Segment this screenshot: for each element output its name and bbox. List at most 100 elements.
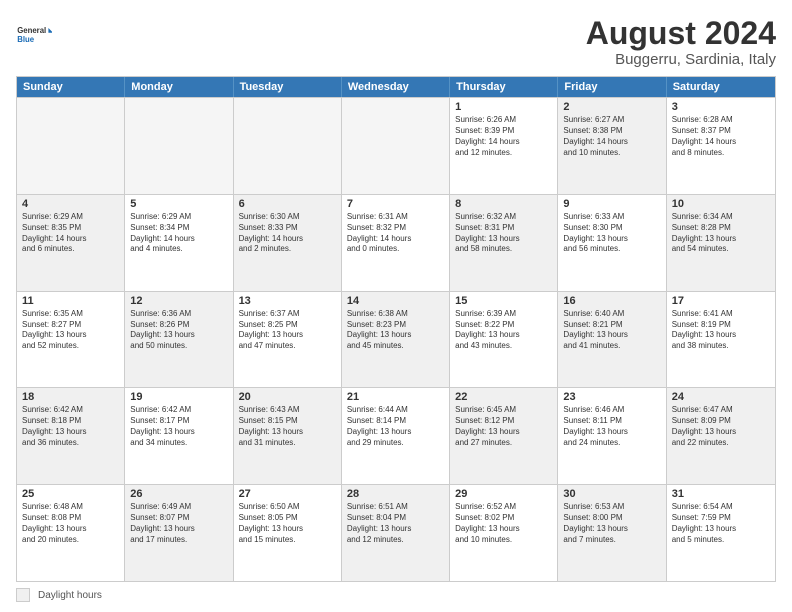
- calendar-cell: 4 Sunrise: 6:29 AMSunset: 8:35 PMDaylight…: [17, 195, 125, 291]
- calendar-header-day: Saturday: [667, 77, 775, 97]
- calendar-cell: 29 Sunrise: 6:52 AMSunset: 8:02 PMDayligh…: [450, 485, 558, 581]
- calendar-cell: 31Sunrise: 6:54 AMSunset: 7:59 PMDayligh…: [667, 485, 775, 581]
- day-info: Sunrise: 6:34 AMSunset: 8:28 PMDaylight:…: [672, 212, 770, 255]
- legend: Daylight hours: [16, 588, 776, 602]
- logo-svg: General Blue: [16, 16, 52, 52]
- legend-text: Daylight hours: [38, 590, 102, 601]
- day-number: 24: [672, 391, 770, 403]
- calendar-cell: 26 Sunrise: 6:49 AMSunset: 8:07 PMDayligh…: [125, 485, 233, 581]
- day-number: 13: [239, 295, 336, 307]
- day-info: Sunrise: 6:42 AMSunset: 8:18 PMDaylight:…: [22, 405, 119, 448]
- day-info: Sunrise: 6:47 AMSunset: 8:09 PMDaylight:…: [672, 405, 770, 448]
- day-info: Sunrise: 6:29 AMSunset: 8:34 PMDaylight:…: [130, 212, 227, 255]
- day-number: 27: [239, 488, 336, 500]
- day-info: Sunrise: 6:41 AMSunset: 8:19 PMDaylight:…: [672, 309, 770, 352]
- day-number: 16: [563, 295, 660, 307]
- calendar-cell: 19 Sunrise: 6:42 AMSunset: 8:17 PMDayligh…: [125, 388, 233, 484]
- day-info: Sunrise: 6:51 AMSunset: 8:04 PMDaylight:…: [347, 502, 444, 545]
- header: General Blue August 2024 Buggerru, Sardi…: [16, 16, 776, 68]
- day-info: Sunrise: 6:26 AMSunset: 8:39 PMDaylight:…: [455, 115, 552, 158]
- title-block: August 2024 Buggerru, Sardinia, Italy: [586, 16, 776, 68]
- day-number: 1: [455, 101, 552, 113]
- page: General Blue August 2024 Buggerru, Sardi…: [0, 0, 792, 612]
- day-number: 22: [455, 391, 552, 403]
- day-info: Sunrise: 6:43 AMSunset: 8:15 PMDaylight:…: [239, 405, 336, 448]
- calendar-row: 25Sunrise: 6:48 AMSunset: 8:08 PMDayligh…: [17, 484, 775, 581]
- calendar-cell: 20Sunrise: 6:43 AMSunset: 8:15 PMDayligh…: [234, 388, 342, 484]
- day-info: Sunrise: 6:40 AMSunset: 8:21 PMDaylight:…: [563, 309, 660, 352]
- day-info: Sunrise: 6:38 AMSunset: 8:23 PMDaylight:…: [347, 309, 444, 352]
- calendar-cell: 2 Sunrise: 6:27 AMSunset: 8:38 PMDaylight…: [558, 98, 666, 194]
- calendar-header-day: Wednesday: [342, 77, 450, 97]
- legend-box-shaded: [16, 588, 30, 602]
- day-number: 8: [455, 198, 552, 210]
- logo: General Blue: [16, 16, 52, 52]
- calendar-cell: 15 Sunrise: 6:39 AMSunset: 8:22 PMDayligh…: [450, 292, 558, 388]
- day-info: Sunrise: 6:32 AMSunset: 8:31 PMDaylight:…: [455, 212, 552, 255]
- day-info: Sunrise: 6:27 AMSunset: 8:38 PMDaylight:…: [563, 115, 660, 158]
- calendar-cell: 23 Sunrise: 6:46 AMSunset: 8:11 PMDayligh…: [558, 388, 666, 484]
- day-info: Sunrise: 6:33 AMSunset: 8:30 PMDaylight:…: [563, 212, 660, 255]
- day-number: 9: [563, 198, 660, 210]
- day-info: Sunrise: 6:30 AMSunset: 8:33 PMDaylight:…: [239, 212, 336, 255]
- day-number: 29: [455, 488, 552, 500]
- day-number: 2: [563, 101, 660, 113]
- calendar-cell: 30Sunrise: 6:53 AMSunset: 8:00 PMDayligh…: [558, 485, 666, 581]
- day-info: Sunrise: 6:49 AMSunset: 8:07 PMDaylight:…: [130, 502, 227, 545]
- svg-text:Blue: Blue: [17, 35, 35, 44]
- day-number: 23: [563, 391, 660, 403]
- day-info: Sunrise: 6:31 AMSunset: 8:32 PMDaylight:…: [347, 212, 444, 255]
- day-number: 11: [22, 295, 119, 307]
- calendar-cell: 5 Sunrise: 6:29 AMSunset: 8:34 PMDaylight…: [125, 195, 233, 291]
- calendar-cell: 21Sunrise: 6:44 AMSunset: 8:14 PMDayligh…: [342, 388, 450, 484]
- subtitle: Buggerru, Sardinia, Italy: [586, 51, 776, 68]
- day-number: 6: [239, 198, 336, 210]
- day-number: 17: [672, 295, 770, 307]
- day-number: 7: [347, 198, 444, 210]
- day-info: Sunrise: 6:29 AMSunset: 8:35 PMDaylight:…: [22, 212, 119, 255]
- day-info: Sunrise: 6:35 AMSunset: 8:27 PMDaylight:…: [22, 309, 119, 352]
- day-number: 10: [672, 198, 770, 210]
- day-number: 26: [130, 488, 227, 500]
- calendar-row: 18 Sunrise: 6:42 AMSunset: 8:18 PMDayligh…: [17, 387, 775, 484]
- calendar-cell: 16 Sunrise: 6:40 AMSunset: 8:21 PMDayligh…: [558, 292, 666, 388]
- calendar-header-day: Sunday: [17, 77, 125, 97]
- calendar-cell: [342, 98, 450, 194]
- calendar-cell: 17 Sunrise: 6:41 AMSunset: 8:19 PMDayligh…: [667, 292, 775, 388]
- calendar-cell: 3 Sunrise: 6:28 AMSunset: 8:37 PMDaylight…: [667, 98, 775, 194]
- calendar-cell: 1 Sunrise: 6:26 AMSunset: 8:39 PMDaylight…: [450, 98, 558, 194]
- day-info: Sunrise: 6:46 AMSunset: 8:11 PMDaylight:…: [563, 405, 660, 448]
- day-info: Sunrise: 6:50 AMSunset: 8:05 PMDaylight:…: [239, 502, 336, 545]
- calendar-cell: 18 Sunrise: 6:42 AMSunset: 8:18 PMDayligh…: [17, 388, 125, 484]
- calendar-header-day: Monday: [125, 77, 233, 97]
- day-number: 4: [22, 198, 119, 210]
- day-number: 31: [672, 488, 770, 500]
- calendar-cell: 11 Sunrise: 6:35 AMSunset: 8:27 PMDayligh…: [17, 292, 125, 388]
- day-number: 21: [347, 391, 444, 403]
- calendar-cell: 25Sunrise: 6:48 AMSunset: 8:08 PMDayligh…: [17, 485, 125, 581]
- day-number: 3: [672, 101, 770, 113]
- day-info: Sunrise: 6:36 AMSunset: 8:26 PMDaylight:…: [130, 309, 227, 352]
- day-info: Sunrise: 6:52 AMSunset: 8:02 PMDaylight:…: [455, 502, 552, 545]
- calendar-cell: 12Sunrise: 6:36 AMSunset: 8:26 PMDayligh…: [125, 292, 233, 388]
- day-number: 19: [130, 391, 227, 403]
- day-info: Sunrise: 6:42 AMSunset: 8:17 PMDaylight:…: [130, 405, 227, 448]
- calendar-header-day: Friday: [558, 77, 666, 97]
- calendar-header: SundayMondayTuesdayWednesdayThursdayFrid…: [17, 77, 775, 97]
- calendar-row: 11 Sunrise: 6:35 AMSunset: 8:27 PMDayligh…: [17, 291, 775, 388]
- main-title: August 2024: [586, 16, 776, 51]
- calendar-cell: 10 Sunrise: 6:34 AMSunset: 8:28 PMDayligh…: [667, 195, 775, 291]
- day-info: Sunrise: 6:39 AMSunset: 8:22 PMDaylight:…: [455, 309, 552, 352]
- calendar-cell: 14Sunrise: 6:38 AMSunset: 8:23 PMDayligh…: [342, 292, 450, 388]
- calendar-header-day: Thursday: [450, 77, 558, 97]
- day-number: 15: [455, 295, 552, 307]
- day-number: 18: [22, 391, 119, 403]
- day-info: Sunrise: 6:28 AMSunset: 8:37 PMDaylight:…: [672, 115, 770, 158]
- calendar-cell: 27 Sunrise: 6:50 AMSunset: 8:05 PMDayligh…: [234, 485, 342, 581]
- calendar: SundayMondayTuesdayWednesdayThursdayFrid…: [16, 76, 776, 582]
- day-number: 28: [347, 488, 444, 500]
- calendar-cell: 9 Sunrise: 6:33 AMSunset: 8:30 PMDaylight…: [558, 195, 666, 291]
- calendar-cell: 8 Sunrise: 6:32 AMSunset: 8:31 PMDaylight…: [450, 195, 558, 291]
- calendar-row: 1 Sunrise: 6:26 AMSunset: 8:39 PMDaylight…: [17, 97, 775, 194]
- day-number: 5: [130, 198, 227, 210]
